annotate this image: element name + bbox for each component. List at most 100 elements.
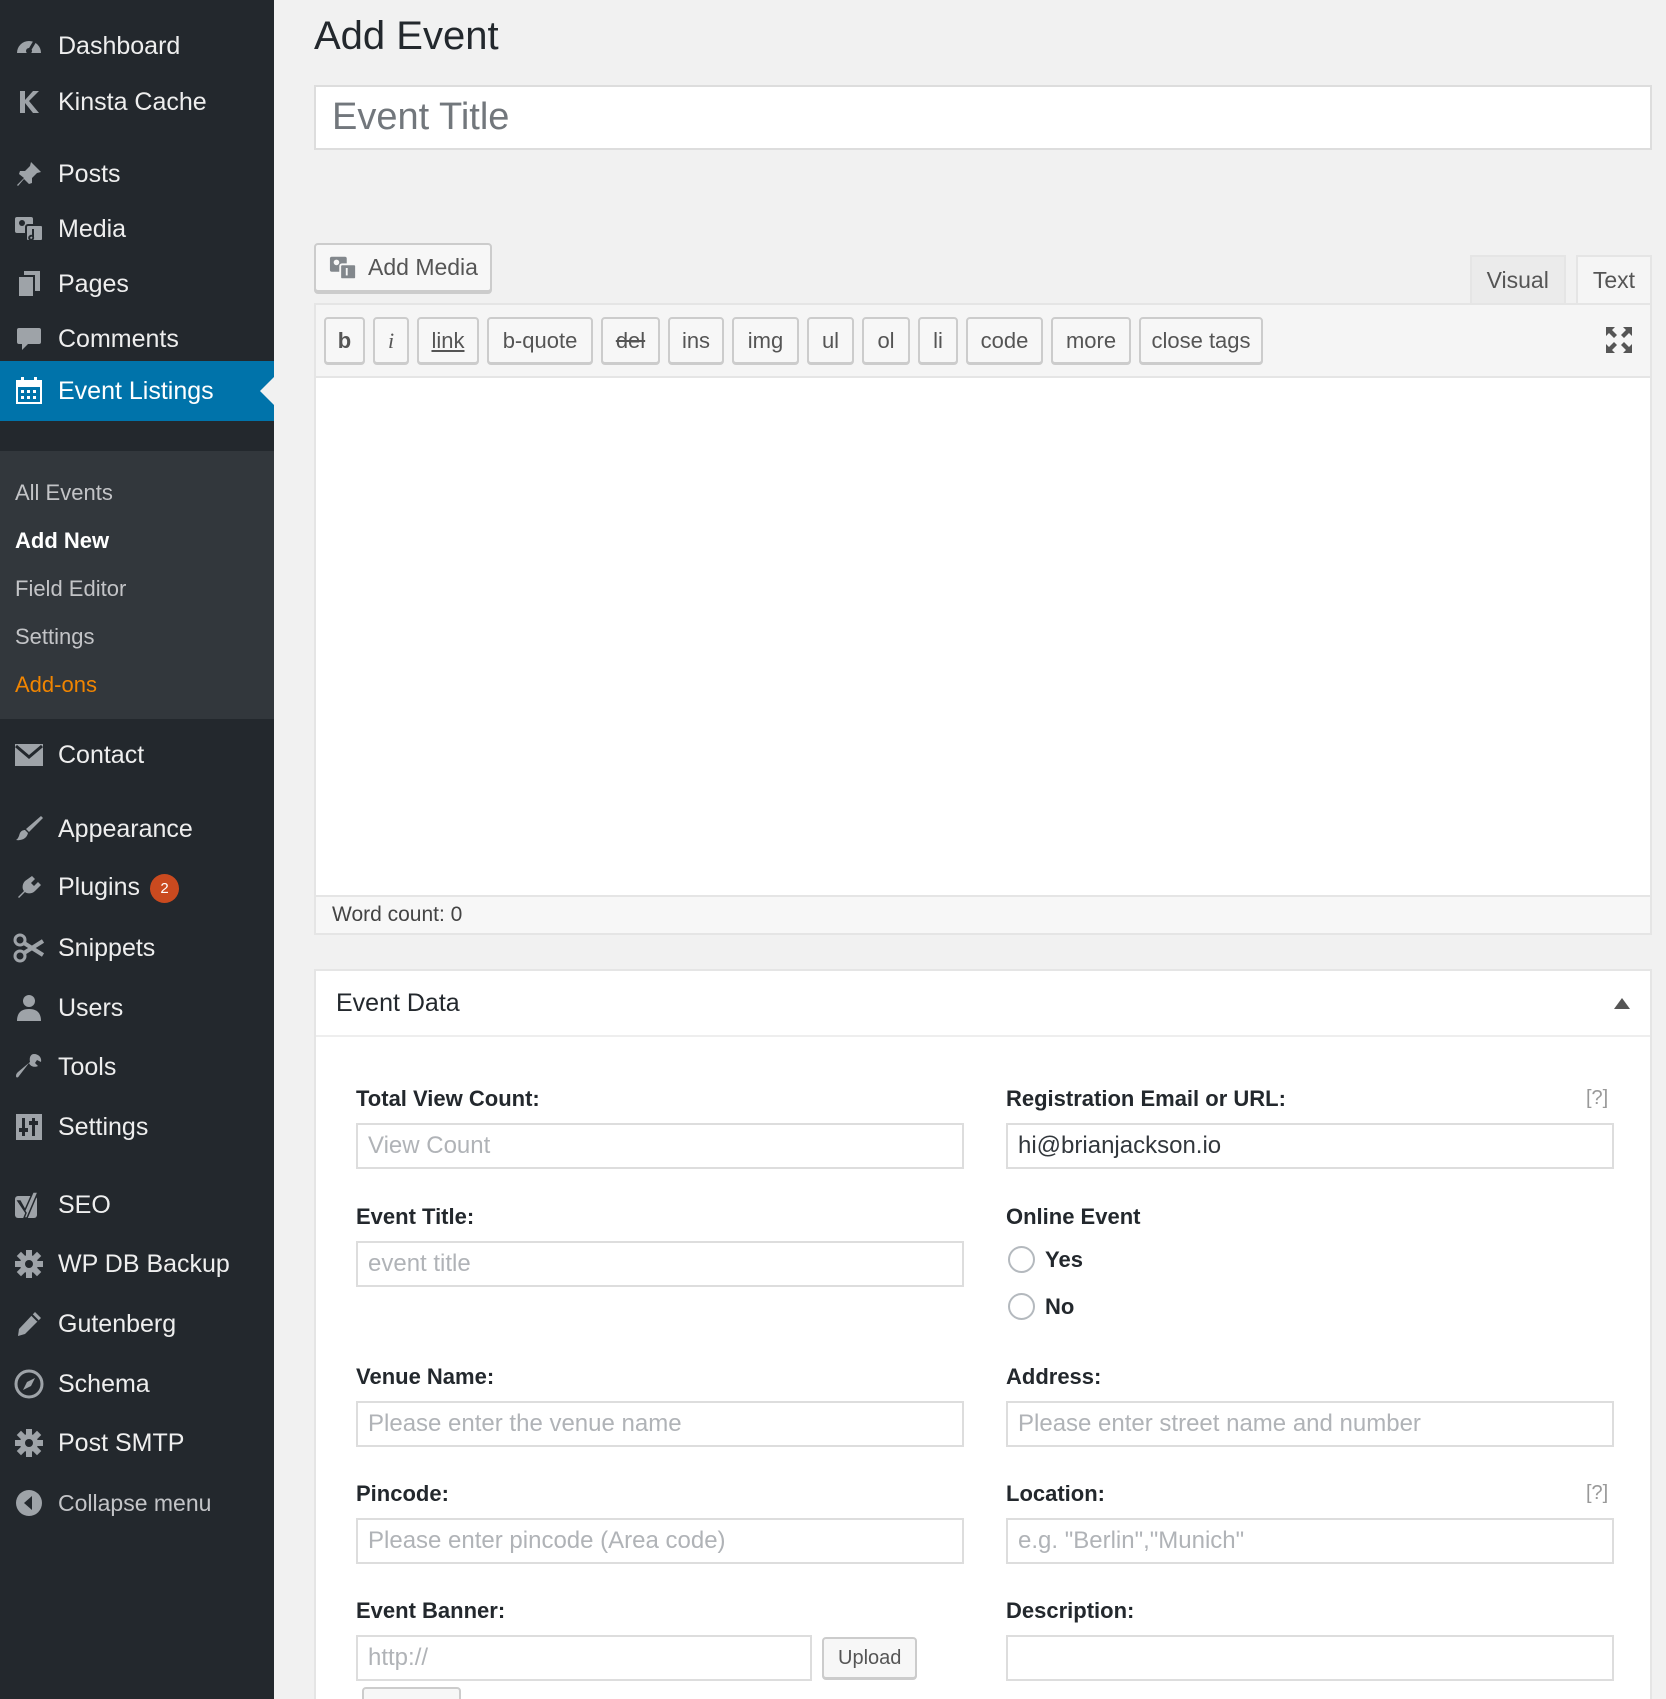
description-input[interactable] [1006,1635,1614,1681]
content-textarea[interactable] [314,376,1652,902]
collapse-toggle-icon[interactable] [1614,998,1630,1009]
editor-tabs: Visual Text [1460,255,1652,303]
view-count-input[interactable] [356,1123,964,1169]
tab-visual[interactable]: Visual [1469,255,1566,303]
add-media-label: Add Media [368,254,478,280]
online-event-yes[interactable]: Yes [1008,1246,1083,1273]
address-input[interactable] [1006,1401,1614,1447]
location-help-link[interactable]: [?] [1586,1482,1608,1505]
qt-ul-button[interactable]: ul [807,317,854,364]
menu-plugins[interactable]: Plugins 2 [0,860,274,916]
yoast-icon [0,1190,58,1220]
collapse-menu-button[interactable]: Collapse menu [0,1475,274,1531]
venue-name-input[interactable] [356,1401,964,1447]
qt-bold-button[interactable]: b [324,317,365,364]
menu-users[interactable]: Users [0,980,274,1036]
main-content: Add Event Add Media Visual Text b i link… [274,0,1666,1699]
registration-input[interactable] [1006,1123,1614,1169]
plugins-label: Plugins [58,873,140,902]
event-data-metabox: Event Data Total View Count: Event Title… [314,969,1652,1699]
event-title-field[interactable] [356,1241,964,1287]
event-title-input[interactable] [314,85,1652,150]
pincode-input[interactable] [356,1518,964,1564]
dashboard-icon [0,31,58,61]
menu-settings[interactable]: Settings [0,1099,274,1155]
menu-gutenberg[interactable]: Gutenberg [0,1296,274,1352]
submenu-settings[interactable]: Settings [0,613,274,661]
quicktags-toolbar: b i link b-quote del ins img ul ol li co… [314,303,1652,376]
qt-bquote-button[interactable]: b-quote [487,317,593,364]
menu-wp-db-backup[interactable]: WP DB Backup [0,1236,274,1292]
submenu-add-new[interactable]: Add New [0,517,274,565]
sliders-icon [0,1113,58,1141]
active-menu-arrow [260,377,274,405]
menu-media[interactable]: Media [0,201,274,257]
collapse-icon [0,1488,58,1518]
event-title-label: Event Title: [356,1204,475,1229]
media-icon [328,254,358,282]
online-event-no[interactable]: No [1008,1293,1074,1320]
pages-icon [0,269,58,299]
menu-snippets[interactable]: Snippets [0,920,274,976]
menu-kinsta-cache[interactable]: Kinsta Cache [0,74,274,130]
location-input[interactable] [1006,1518,1614,1564]
radio-yes[interactable] [1008,1246,1035,1273]
qt-ins-button[interactable]: ins [668,317,724,364]
pencil-icon [0,1310,58,1338]
add-media-button[interactable]: Add Media [314,243,492,292]
scissors-icon [0,933,58,963]
media-icon [0,214,58,244]
menu-seo[interactable]: SEO [0,1177,274,1233]
add-file-button[interactable]: Add file [362,1687,461,1699]
qt-close-tags-button[interactable]: close tags [1139,317,1263,364]
pin-icon [0,159,58,189]
content-editor: Add Media Visual Text b i link b-quote d… [314,207,1652,935]
gear-icon [0,1249,58,1279]
menu-appearance[interactable]: Appearance [0,801,274,857]
compass-icon [0,1368,58,1400]
qt-link-button[interactable]: link [417,317,479,364]
event-listings-submenu: All Events Add New Field Editor Settings… [0,451,274,719]
description-label: Description: [1006,1598,1135,1623]
qt-more-button[interactable]: more [1051,317,1131,364]
submenu-all-events[interactable]: All Events [0,469,274,517]
plugins-update-badge: 2 [150,873,179,903]
submenu-add-ons[interactable]: Add-ons [0,661,274,709]
menu-schema[interactable]: Schema [0,1356,274,1412]
qt-del-button[interactable]: del [601,317,660,364]
menu-post-smtp[interactable]: Post SMTP [0,1415,274,1471]
upload-button[interactable]: Upload [822,1637,918,1679]
menu-posts[interactable]: Posts [0,146,274,202]
word-count: Word count: 0 [314,895,1652,935]
kinsta-icon [0,89,58,115]
tab-text[interactable]: Text [1575,255,1652,303]
wrench-icon [0,1052,58,1082]
menu-tools[interactable]: Tools [0,1039,274,1095]
online-event-label: Online Event [1006,1204,1141,1229]
menu-event-listings[interactable]: Event Listings [0,361,274,421]
gear-icon [0,1428,58,1458]
registration-label: Registration Email or URL: [1006,1086,1286,1111]
radio-no[interactable] [1008,1293,1035,1320]
menu-pages[interactable]: Pages [0,256,274,312]
address-label: Address: [1006,1364,1102,1389]
metabox-header[interactable]: Event Data [316,971,1650,1037]
menu-dashboard[interactable]: Dashboard [0,18,274,74]
qt-li-button[interactable]: li [918,317,958,364]
qt-ol-button[interactable]: ol [862,317,910,364]
submenu-field-editor[interactable]: Field Editor [0,565,274,613]
total-view-count-label: Total View Count: [356,1086,540,1111]
qt-italic-button[interactable]: i [373,317,409,364]
registration-help-link[interactable]: [?] [1586,1087,1608,1110]
qt-code-button[interactable]: code [966,317,1043,364]
qt-img-button[interactable]: img [732,317,799,364]
comment-icon [0,324,58,354]
radio-yes-label: Yes [1045,1246,1083,1272]
event-banner-input[interactable] [356,1635,812,1681]
fullscreen-icon[interactable] [1604,325,1634,360]
calendar-icon [0,375,58,407]
user-icon [0,993,58,1023]
plug-icon [0,873,58,903]
menu-comments[interactable]: Comments [0,311,274,367]
menu-contact[interactable]: Contact [0,727,274,783]
